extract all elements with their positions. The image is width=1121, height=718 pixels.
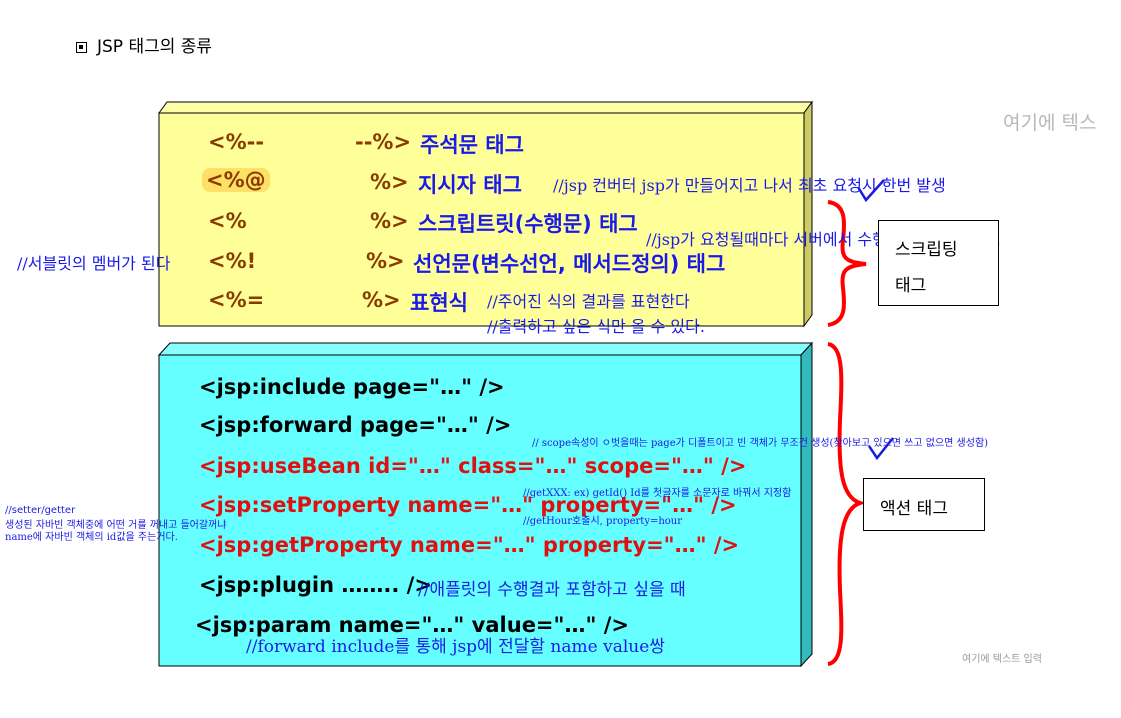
scriptlet-tag-close: %> bbox=[370, 209, 409, 233]
setproperty-note-1: //getXXX: ex) getId() Id를 첫글자를 소문자로 바꿔서 … bbox=[523, 488, 792, 499]
scripting-label-line1: 스크립팅 bbox=[895, 240, 958, 260]
param-note: //forward include를 통해 jsp에 전달할 name valu… bbox=[246, 637, 665, 657]
comment-tag-close: --%> bbox=[355, 130, 412, 154]
expression-tag-open: <%= bbox=[208, 288, 265, 312]
comment-tag-label: 주석문 태그 bbox=[420, 133, 524, 157]
expression-tag-close: %> bbox=[362, 288, 401, 312]
directive-tag-label: 지시자 태그 bbox=[418, 173, 522, 197]
plugin-note: //애플릿의 수행결과 포함하고 싶을 때 bbox=[418, 580, 686, 600]
scripting-brace-icon bbox=[827, 200, 867, 327]
scriptlet-tag-label: 스크립트릿(수행문) 태그 bbox=[418, 212, 638, 236]
jsp-include-tag: <jsp:include page="…" /> bbox=[199, 375, 505, 399]
scripting-tag-label-box: 스크립팅 태그 bbox=[878, 220, 999, 306]
action-brace-icon bbox=[827, 342, 867, 666]
setter-getter-note-title: //setter/getter bbox=[5, 505, 76, 516]
directive-tag-close: %> bbox=[370, 170, 409, 194]
jsp-plugin-tag: <jsp:plugin …….. /> bbox=[199, 573, 432, 597]
declaration-note: //서블릿의 멤버가 된다 bbox=[17, 254, 171, 273]
expression-note-2: //출력하고 싶은 식만 올 수 있다. bbox=[487, 317, 705, 336]
jsp-usebean-tag: <jsp:useBean id="…" class="…" scope="…" … bbox=[199, 454, 747, 478]
declaration-tag-close: %> bbox=[366, 249, 405, 273]
declaration-tag-open: <%! bbox=[208, 249, 257, 273]
action-label: 액션 태그 bbox=[880, 499, 948, 519]
expression-tag-label: 표현식 bbox=[410, 291, 468, 315]
setter-getter-note-line2: name에 자바빈 객체의 id값을 주는거다. bbox=[5, 532, 178, 543]
scripting-label-line2: 태그 bbox=[895, 276, 927, 296]
directive-tag-open: <%@ bbox=[202, 168, 270, 192]
action-tag-label-box: 액션 태그 bbox=[863, 478, 985, 531]
setproperty-note-2: //getHour호출시, property=hour bbox=[523, 516, 683, 527]
jsp-getproperty-tag: <jsp:getProperty name="…" property="…" /… bbox=[199, 533, 740, 557]
directive-note: //jsp 컨버터 jsp가 만들어지고 나서 최초 요청시 한번 발생 bbox=[553, 176, 946, 195]
usebean-note: // scope속성이 ㅇ벗을때는 page가 디폴트이고 빈 객체가 무조건 … bbox=[532, 438, 989, 449]
scriptlet-tag-open: <% bbox=[208, 209, 247, 233]
jsp-forward-tag: <jsp:forward page="…" /> bbox=[199, 413, 512, 437]
scripting-box-shape bbox=[157, 100, 894, 668]
declaration-tag-label: 선언문(변수선언, 메서드정의) 태그 bbox=[413, 252, 726, 276]
expression-note-1: //주어진 식의 결과를 표현한다 bbox=[487, 292, 690, 311]
comment-tag-open: <%-- bbox=[208, 130, 265, 154]
